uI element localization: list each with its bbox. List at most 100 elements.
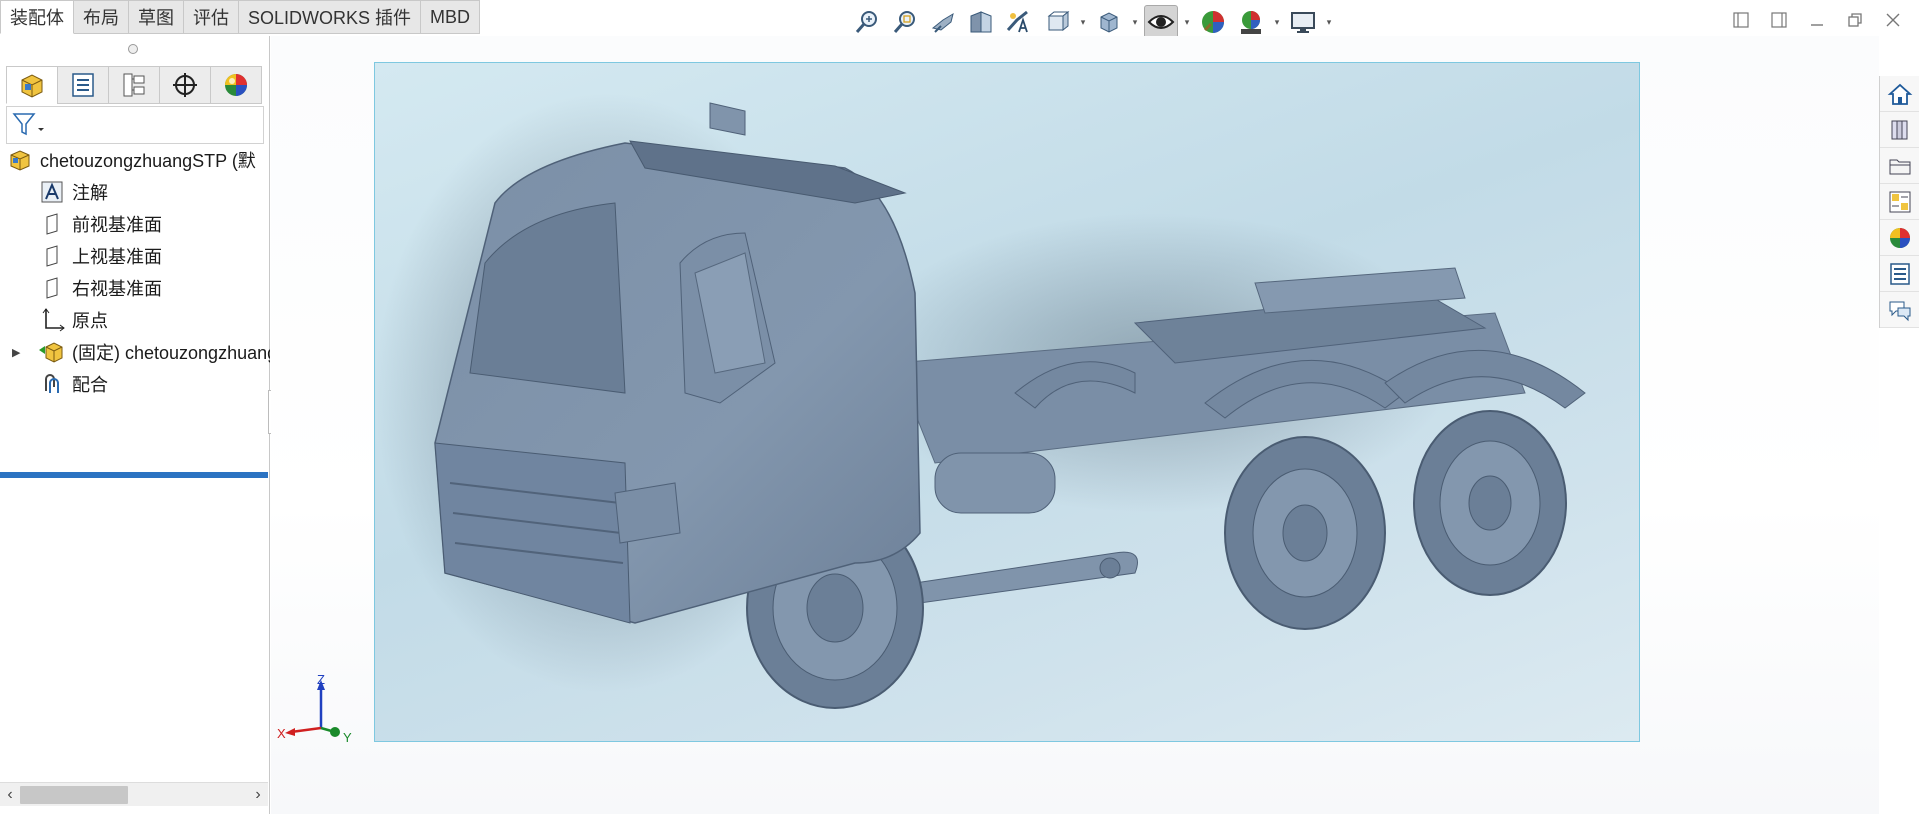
tile-left-icon	[1733, 12, 1749, 28]
design-library-icon	[1891, 120, 1908, 139]
apply-scene-icon	[1241, 11, 1261, 34]
scroll-left-icon[interactable]: ‹	[0, 786, 20, 804]
tree-item-label: 原点	[72, 311, 108, 331]
task-pane-tabs	[1879, 76, 1919, 328]
tab-evaluate[interactable]: 评估	[184, 0, 239, 34]
plane-icon	[38, 274, 66, 302]
tree-item-front-plane[interactable]: 前视基准面	[0, 208, 270, 240]
scrollbar-thumb[interactable]	[20, 785, 128, 804]
selected-assembly-bounds[interactable]	[374, 62, 1640, 742]
annotations-icon	[38, 178, 66, 206]
solidworks-window: 装配体 布局 草图 评估 SOLIDWORKS 插件 MBD ▾ ▾ ▾ ▾ ▾…	[0, 0, 1919, 814]
minimize-button[interactable]	[1805, 8, 1829, 32]
tile-left-button[interactable]	[1729, 8, 1753, 32]
view-orientation-button[interactable]	[1040, 5, 1074, 39]
task-pane-file-explorer[interactable]	[1880, 148, 1919, 184]
configuration-manager-icon	[123, 73, 145, 97]
axis-x-label: X	[277, 726, 286, 741]
tab-mbd[interactable]: MBD	[421, 0, 481, 34]
part-icon	[38, 338, 66, 366]
tile-right-button[interactable]	[1767, 8, 1791, 32]
view-settings-dropdown[interactable]: ▾	[1324, 5, 1334, 39]
axis-triad[interactable]: Z X Y	[277, 672, 357, 745]
tile-right-icon	[1771, 12, 1787, 28]
tree-item-label: 右视基准面	[72, 279, 162, 299]
expand-arrow-icon[interactable]: ▶	[12, 346, 20, 359]
apply-scene-dropdown[interactable]: ▾	[1272, 5, 1282, 39]
display-style-icon	[1100, 12, 1118, 33]
zoom-to-fit-button[interactable]	[850, 5, 884, 39]
dynamic-annotation-view-icon	[1006, 10, 1028, 33]
view-settings-button[interactable]	[1286, 5, 1320, 39]
plane-icon	[38, 242, 66, 270]
tree-root-assembly[interactable]: chetouzongzhuangSTP (默	[0, 144, 270, 176]
graphics-area[interactable]: Z X Y	[271, 36, 1879, 814]
tab-configuration-manager[interactable]	[108, 66, 160, 104]
view-orientation-dropdown[interactable]: ▾	[1078, 5, 1088, 39]
assembly-icon	[21, 74, 43, 98]
restore-icon	[1848, 13, 1862, 27]
view-orientation-icon	[1047, 10, 1070, 32]
crosshair-icon	[173, 73, 197, 97]
previous-view-button[interactable]	[926, 5, 960, 39]
tab-sketch[interactable]: 草图	[129, 0, 184, 34]
heads-up-view-toolbar: ▾ ▾ ▾ ▾ ▾	[850, 4, 1334, 40]
tab-property-manager[interactable]	[57, 66, 109, 104]
tree-item-fixed-part[interactable]: ▶ (固定) chetouzongzhuangSTP	[0, 336, 270, 368]
monitor-icon	[1291, 12, 1315, 33]
edit-appearance-button[interactable]	[1196, 5, 1230, 39]
view-palette-icon	[1889, 191, 1911, 212]
forum-icon	[1889, 301, 1911, 321]
dynamic-annotation-view-button[interactable]	[1002, 5, 1036, 39]
tree-filter[interactable]	[6, 106, 264, 144]
custom-properties-icon	[1890, 262, 1910, 285]
task-pane-design-library[interactable]	[1880, 112, 1919, 148]
zoom-to-area-button[interactable]	[888, 5, 922, 39]
task-pane-appearances[interactable]	[1880, 220, 1919, 256]
horizontal-scrollbar[interactable]: ‹ ›	[0, 782, 268, 806]
tab-dimxpert-manager[interactable]	[159, 66, 211, 104]
tree-item-label: 配合	[72, 375, 108, 395]
rollback-bar[interactable]	[0, 472, 268, 478]
display-style-button[interactable]	[1092, 5, 1126, 39]
filter-icon	[12, 113, 44, 136]
display-style-dropdown[interactable]: ▾	[1130, 5, 1140, 39]
apply-scene-button[interactable]	[1234, 5, 1268, 39]
tree-item-annotations[interactable]: 注解	[0, 176, 270, 208]
task-pane-home[interactable]	[1880, 76, 1919, 112]
task-pane-custom-properties[interactable]	[1880, 256, 1919, 292]
minimize-icon	[1811, 24, 1823, 26]
section-view-button[interactable]	[964, 5, 998, 39]
scroll-right-icon[interactable]: ›	[248, 786, 268, 804]
origin-icon	[38, 306, 66, 334]
tab-assembly[interactable]: 装配体	[0, 0, 74, 34]
feature-manager-tabs	[6, 66, 262, 104]
eye-icon	[1147, 15, 1175, 29]
tree-item-top-plane[interactable]: 上视基准面	[0, 240, 270, 272]
tab-display-manager[interactable]	[210, 66, 262, 104]
feature-tree: chetouzongzhuangSTP (默 注解 前视基准面 上视基准面 右视…	[0, 144, 270, 400]
truck-tractor-model[interactable]	[375, 63, 1640, 742]
tree-item-mates[interactable]: 配合	[0, 368, 270, 400]
hide-show-items-dropdown[interactable]: ▾	[1182, 5, 1192, 39]
panel-grip[interactable]	[128, 44, 138, 54]
zoom-to-fit-icon	[855, 11, 877, 33]
tab-layout[interactable]: 布局	[74, 0, 129, 34]
hide-show-items-button[interactable]	[1144, 5, 1178, 39]
tree-item-right-plane[interactable]: 右视基准面	[0, 272, 270, 304]
feature-manager-panel: chetouzongzhuangSTP (默 注解 前视基准面 上视基准面 右视…	[0, 36, 270, 814]
task-pane-forum[interactable]	[1880, 292, 1919, 328]
tab-feature-manager[interactable]	[6, 66, 58, 104]
mates-icon	[38, 370, 66, 398]
command-manager-tabs: 装配体 布局 草图 评估 SOLIDWORKS 插件 MBD	[0, 0, 481, 34]
display-manager-icon	[225, 74, 247, 96]
axis-z-label: Z	[317, 672, 325, 687]
restore-button[interactable]	[1843, 8, 1867, 32]
close-button[interactable]	[1881, 8, 1905, 32]
tree-item-origin[interactable]: 原点	[0, 304, 270, 336]
task-pane-view-palette[interactable]	[1880, 184, 1919, 220]
tab-solidworks-addins[interactable]: SOLIDWORKS 插件	[239, 0, 422, 34]
axis-y-label: Y	[343, 730, 352, 745]
previous-view-icon	[931, 12, 954, 33]
tree-item-label: 前视基准面	[72, 215, 162, 235]
